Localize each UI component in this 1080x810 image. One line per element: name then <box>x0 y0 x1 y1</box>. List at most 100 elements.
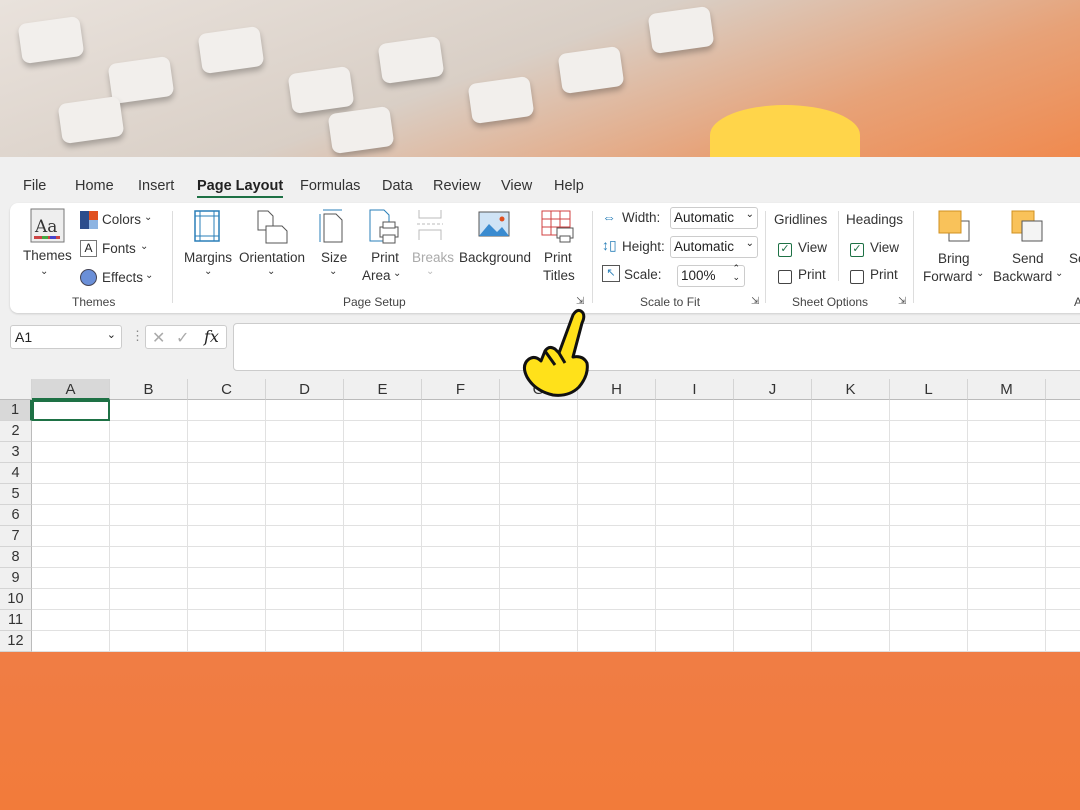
cell-E1[interactable] <box>344 400 422 421</box>
cell-M10[interactable] <box>968 589 1046 610</box>
cell-H8[interactable] <box>578 547 656 568</box>
cell-G8[interactable] <box>500 547 578 568</box>
cell-K8[interactable] <box>812 547 890 568</box>
cell-I4[interactable] <box>656 463 734 484</box>
row-header-8[interactable]: 8 <box>0 547 32 568</box>
cell-G11[interactable] <box>500 610 578 631</box>
cell-F3[interactable] <box>422 442 500 463</box>
cell-J1[interactable] <box>734 400 812 421</box>
cell-B3[interactable] <box>110 442 188 463</box>
cell-L5[interactable] <box>890 484 968 505</box>
cell-E10[interactable] <box>344 589 422 610</box>
cell-N8[interactable] <box>1046 547 1080 568</box>
cell-B11[interactable] <box>110 610 188 631</box>
cell-I8[interactable] <box>656 547 734 568</box>
cell-N3[interactable] <box>1046 442 1080 463</box>
cell-M2[interactable] <box>968 421 1046 442</box>
cell-A1[interactable] <box>32 400 110 421</box>
cell-N6[interactable] <box>1046 505 1080 526</box>
cell-J5[interactable] <box>734 484 812 505</box>
cell-B10[interactable] <box>110 589 188 610</box>
cell-F7[interactable] <box>422 526 500 547</box>
scale-spinner[interactable]: 100% ⌃ ⌄ <box>677 264 745 287</box>
cell-I3[interactable] <box>656 442 734 463</box>
cell-B9[interactable] <box>110 568 188 589</box>
cell-H4[interactable] <box>578 463 656 484</box>
cell-K11[interactable] <box>812 610 890 631</box>
cell-B2[interactable] <box>110 421 188 442</box>
row-header-5[interactable]: 5 <box>0 484 32 505</box>
cell-G12[interactable] <box>500 631 578 652</box>
cell-E12[interactable] <box>344 631 422 652</box>
cell-N2[interactable] <box>1046 421 1080 442</box>
tab-file[interactable]: File <box>23 178 46 194</box>
tab-review[interactable]: Review <box>433 178 481 194</box>
insert-function-icon[interactable]: fx <box>204 327 219 346</box>
tab-insert[interactable]: Insert <box>138 178 174 194</box>
select-all-corner[interactable] <box>0 379 32 400</box>
cell-K6[interactable] <box>812 505 890 526</box>
cell-M8[interactable] <box>968 547 1046 568</box>
cell-M5[interactable] <box>968 484 1046 505</box>
cell-D9[interactable] <box>266 568 344 589</box>
cell-A11[interactable] <box>32 610 110 631</box>
cell-B4[interactable] <box>110 463 188 484</box>
cell-A10[interactable] <box>32 589 110 610</box>
cell-A6[interactable] <box>32 505 110 526</box>
gridlines-view-checkbox[interactable]: ✓ <box>778 243 792 257</box>
cell-K7[interactable] <box>812 526 890 547</box>
cell-H9[interactable] <box>578 568 656 589</box>
cell-D1[interactable] <box>266 400 344 421</box>
cell-H5[interactable] <box>578 484 656 505</box>
cell-F4[interactable] <box>422 463 500 484</box>
cell-M3[interactable] <box>968 442 1046 463</box>
cell-C12[interactable] <box>188 631 266 652</box>
row-header-1[interactable]: 1 <box>0 400 32 421</box>
cell-M7[interactable] <box>968 526 1046 547</box>
column-header-N[interactable]: N <box>1046 379 1080 400</box>
cell-G5[interactable] <box>500 484 578 505</box>
cell-L4[interactable] <box>890 463 968 484</box>
cell-L6[interactable] <box>890 505 968 526</box>
cell-N9[interactable] <box>1046 568 1080 589</box>
width-dropdown[interactable]: Automatic ⌄ <box>670 207 758 229</box>
cell-C2[interactable] <box>188 421 266 442</box>
cell-A2[interactable] <box>32 421 110 442</box>
cell-E8[interactable] <box>344 547 422 568</box>
cell-H12[interactable] <box>578 631 656 652</box>
cell-N12[interactable] <box>1046 631 1080 652</box>
column-header-A[interactable]: A <box>32 379 110 400</box>
cell-F10[interactable] <box>422 589 500 610</box>
cell-F8[interactable] <box>422 547 500 568</box>
cell-I12[interactable] <box>656 631 734 652</box>
cell-K4[interactable] <box>812 463 890 484</box>
cell-E4[interactable] <box>344 463 422 484</box>
cell-F9[interactable] <box>422 568 500 589</box>
name-box[interactable]: A1 ⌄ <box>10 325 122 349</box>
cell-F11[interactable] <box>422 610 500 631</box>
cell-J7[interactable] <box>734 526 812 547</box>
cell-C6[interactable] <box>188 505 266 526</box>
headings-print-checkbox[interactable] <box>850 270 864 284</box>
cell-C1[interactable] <box>188 400 266 421</box>
cell-J8[interactable] <box>734 547 812 568</box>
cell-H7[interactable] <box>578 526 656 547</box>
row-header-3[interactable]: 3 <box>0 442 32 463</box>
cell-G3[interactable] <box>500 442 578 463</box>
cell-C3[interactable] <box>188 442 266 463</box>
cell-L12[interactable] <box>890 631 968 652</box>
cell-I7[interactable] <box>656 526 734 547</box>
formula-input[interactable] <box>233 323 1080 371</box>
cell-J2[interactable] <box>734 421 812 442</box>
cell-F12[interactable] <box>422 631 500 652</box>
column-header-C[interactable]: C <box>188 379 266 400</box>
cell-L7[interactable] <box>890 526 968 547</box>
column-header-M[interactable]: M <box>968 379 1046 400</box>
cell-D11[interactable] <box>266 610 344 631</box>
cell-L3[interactable] <box>890 442 968 463</box>
cell-L10[interactable] <box>890 589 968 610</box>
cell-H11[interactable] <box>578 610 656 631</box>
row-header-6[interactable]: 6 <box>0 505 32 526</box>
cell-E9[interactable] <box>344 568 422 589</box>
tab-data[interactable]: Data <box>382 178 413 194</box>
